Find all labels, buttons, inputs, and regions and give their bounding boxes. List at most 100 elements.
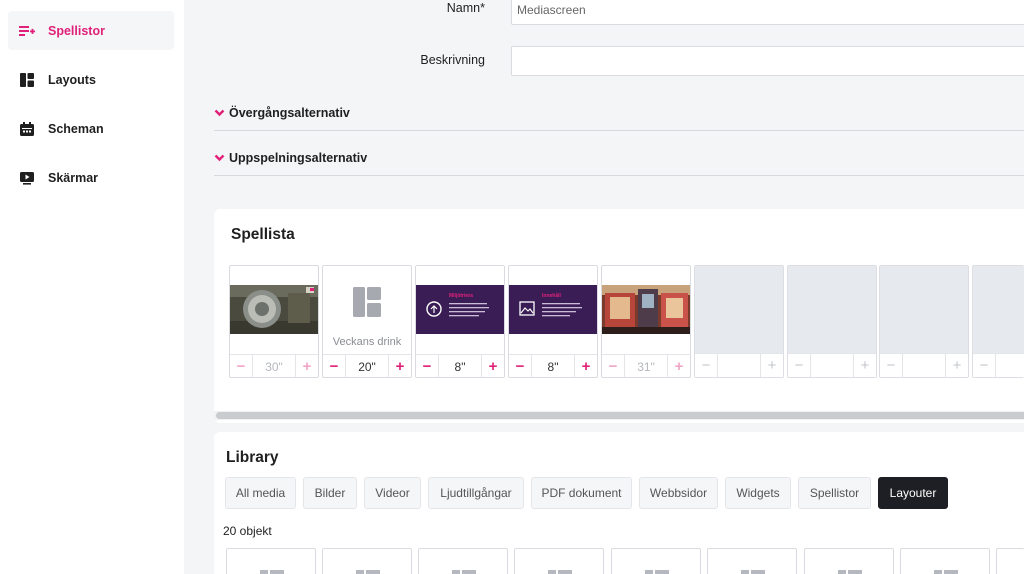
- library-item[interactable]: [226, 548, 316, 574]
- duration-value[interactable]: 8": [438, 355, 482, 378]
- duration-value[interactable]: 8": [531, 355, 575, 378]
- empty-slot[interactable]: − +: [879, 265, 969, 378]
- screen-play-icon: [19, 170, 35, 186]
- filter-videor[interactable]: Videor: [364, 477, 421, 509]
- media-thumbnail: [230, 285, 318, 334]
- playlist-scrollbar[interactable]: [214, 411, 1024, 420]
- library-item[interactable]: [900, 548, 990, 574]
- filter-widgets[interactable]: Widgets: [725, 477, 791, 509]
- slide-title: Innehåll: [542, 293, 561, 299]
- accordion-label: Uppspelningsalternativ: [229, 150, 368, 165]
- decrease-button[interactable]: −: [602, 355, 624, 378]
- library-item[interactable]: [611, 548, 701, 574]
- playlist-item[interactable]: Miljötriera − 8" +: [415, 265, 505, 378]
- library-item[interactable]: [996, 548, 1024, 574]
- empty-slot-fill: [973, 266, 1024, 353]
- duration-value[interactable]: 31": [624, 355, 668, 378]
- decrease-button[interactable]: −: [695, 354, 717, 377]
- increase-button[interactable]: +: [575, 355, 597, 378]
- duration-value[interactable]: [717, 354, 761, 377]
- layout-icon: [452, 570, 476, 574]
- layout-icon: [19, 72, 35, 88]
- sidebar-item-label: Skärmar: [48, 170, 99, 185]
- description-label: Beskrivning: [420, 53, 485, 67]
- layout-icon: [356, 570, 380, 574]
- playlist-add-icon: [19, 23, 35, 39]
- increase-button[interactable]: +: [854, 354, 876, 377]
- playlist-title: Spellista: [231, 226, 295, 243]
- filter-bilder[interactable]: Bilder: [303, 477, 357, 509]
- layout-icon: [645, 570, 669, 574]
- sidebar-item-layouts[interactable]: Layouts: [8, 60, 174, 99]
- playlist-item[interactable]: − 31" +: [601, 265, 691, 378]
- empty-slot[interactable]: − +: [787, 265, 877, 378]
- duration-value[interactable]: [810, 354, 854, 377]
- layout-icon: [260, 570, 284, 574]
- duration-stepper: − 30" +: [230, 354, 318, 378]
- playlist-item[interactable]: Veckans drink − 20" +: [322, 265, 412, 378]
- filter-spellistor[interactable]: Spellistor: [798, 477, 871, 509]
- library-item[interactable]: [707, 548, 797, 574]
- sidebar: Spellistor Layouts Scheman Skärmar: [0, 0, 184, 574]
- description-input[interactable]: [511, 46, 1024, 76]
- empty-slot-fill: [788, 266, 876, 353]
- filter-pdf-dokument[interactable]: PDF dokument: [531, 477, 632, 509]
- sidebar-item-label: Layouts: [48, 72, 96, 87]
- duration-value[interactable]: 20": [345, 355, 389, 378]
- sidebar-item-scheman[interactable]: Scheman: [8, 109, 174, 148]
- filter-all-media[interactable]: All media: [225, 477, 296, 509]
- layout-icon: [548, 570, 572, 574]
- filter-ljudtillgangar[interactable]: Ljudtillgångar: [428, 477, 524, 509]
- duration-stepper: − 31" +: [602, 354, 690, 378]
- decrease-button[interactable]: −: [973, 354, 995, 377]
- decrease-button[interactable]: −: [323, 355, 345, 378]
- duration-stepper: − +: [788, 353, 876, 377]
- library-item[interactable]: [804, 548, 894, 574]
- sidebar-item-skarmar[interactable]: Skärmar: [8, 158, 174, 197]
- layout-icon: [934, 570, 958, 574]
- duration-value[interactable]: [995, 354, 1024, 377]
- sidebar-item-spellistor[interactable]: Spellistor: [8, 11, 174, 50]
- duration-stepper: − +: [695, 353, 783, 377]
- decrease-button[interactable]: −: [509, 355, 531, 378]
- playlist-item[interactable]: Innehåll − 8" +: [508, 265, 598, 378]
- duration-stepper: − 8" +: [509, 354, 597, 378]
- empty-slot[interactable]: −: [972, 265, 1024, 378]
- scrollbar-thumb[interactable]: [216, 412, 1024, 419]
- item-count: 20 objekt: [223, 524, 272, 538]
- library-item[interactable]: [418, 548, 508, 574]
- duration-stepper: −: [973, 353, 1024, 377]
- slide-thumbnail: Miljötriera: [416, 285, 504, 334]
- playlist-item[interactable]: − 30" +: [229, 265, 319, 378]
- name-input[interactable]: [511, 0, 1024, 25]
- chevron-down-icon: [214, 109, 225, 117]
- layout-icon: [741, 570, 765, 574]
- calendar-icon: [19, 121, 35, 137]
- playback-options-toggle[interactable]: Uppspelningsalternativ: [214, 140, 1024, 176]
- library-item[interactable]: [322, 548, 412, 574]
- increase-button[interactable]: +: [389, 355, 411, 378]
- filter-layouter[interactable]: Layouter: [878, 477, 948, 509]
- transition-options-toggle[interactable]: Övergångsalternativ: [214, 95, 1024, 131]
- duration-value[interactable]: 30": [252, 355, 296, 378]
- increase-button[interactable]: +: [482, 355, 504, 378]
- increase-button[interactable]: +: [296, 355, 318, 378]
- empty-slot-fill: [695, 266, 783, 353]
- increase-button[interactable]: +: [668, 355, 690, 378]
- library-title: Library: [226, 449, 279, 466]
- decrease-button[interactable]: −: [788, 354, 810, 377]
- duration-value[interactable]: [902, 354, 946, 377]
- duration-stepper: − 20" +: [323, 354, 411, 378]
- decrease-button[interactable]: −: [230, 355, 252, 378]
- sidebar-item-label: Spellistor: [48, 23, 105, 38]
- increase-button[interactable]: +: [946, 354, 968, 377]
- decrease-button[interactable]: −: [416, 355, 438, 378]
- library-item[interactable]: [514, 548, 604, 574]
- filter-webbsidor[interactable]: Webbsidor: [639, 477, 718, 509]
- empty-slot[interactable]: − +: [694, 265, 784, 378]
- increase-button[interactable]: +: [761, 354, 783, 377]
- decrease-button[interactable]: −: [880, 354, 902, 377]
- chevron-down-icon: [214, 154, 225, 162]
- name-label: Namn*: [446, 1, 485, 15]
- slide-thumbnail: Innehåll: [509, 285, 597, 334]
